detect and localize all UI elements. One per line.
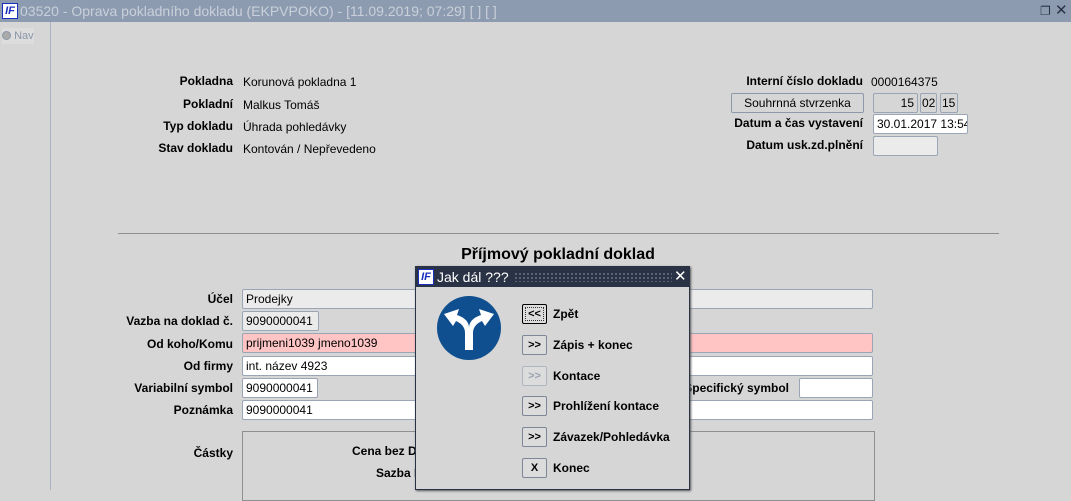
drag-handle[interactable] xyxy=(514,272,672,282)
zpet-label: Zpět xyxy=(553,307,579,321)
dialog-title: Jak dál ??? xyxy=(437,269,509,285)
app-logo-icon: IF xyxy=(418,269,434,285)
konec-button[interactable]: X xyxy=(522,458,547,478)
cena-label: Cena bez D xyxy=(352,444,417,458)
zapis-konec-label: Zápis + konec xyxy=(553,338,633,352)
window-titlebar: IF 03520 - Oprava pokladního dokladu (EK… xyxy=(0,0,1071,22)
code1-field: 15 xyxy=(873,93,918,113)
konec-label: Konec xyxy=(553,461,590,475)
datum-label: Datum a čas vystavení xyxy=(734,116,863,130)
vs-label: Variabilní symbol xyxy=(134,381,233,395)
window-title: 03520 - Oprava pokladního dokladu (EKPVP… xyxy=(20,3,497,19)
typ-value: Úhrada pohledávky xyxy=(243,120,347,134)
app-logo-icon: IF xyxy=(2,3,18,19)
pokladna-label: Pokladna xyxy=(179,74,233,88)
restore-icon[interactable]: ❐ xyxy=(1040,0,1051,22)
vazba-label: Vazba na doklad č. xyxy=(126,314,233,328)
radio-icon xyxy=(2,31,11,40)
code3-field: 15 xyxy=(940,93,958,113)
pokladna-value: Korunová pokladna 1 xyxy=(243,75,357,89)
stav-label: Stav dokladu xyxy=(158,141,233,155)
datum-input[interactable]: 30.01.2017 13:54 xyxy=(873,114,968,134)
prohlizeni-kontace-button[interactable]: >> xyxy=(522,396,547,416)
prohlizeni-kontace-label: Prohlížení kontace xyxy=(553,399,660,413)
interni-label: Interní číslo dokladu xyxy=(746,74,863,88)
left-panel: Nav xyxy=(0,22,51,490)
dialog-titlebar[interactable]: IF Jak dál ??? ✕ xyxy=(416,267,689,287)
pokladni-label: Pokladní xyxy=(182,97,233,111)
zapis-konec-button[interactable]: >> xyxy=(522,335,547,355)
interni-value: 0000164375 xyxy=(871,75,938,89)
souhrnna-stvrzenka-button[interactable]: Souhrnná stvrzenka xyxy=(731,93,864,113)
fork-direction-sign-icon xyxy=(437,296,501,360)
jak-dal-dialog: IF Jak dál ??? ✕ << Zpět >> Zápis + kone… xyxy=(415,266,690,490)
ucel-label: Účel xyxy=(207,292,233,306)
castky-label: Částky xyxy=(193,446,233,460)
odkoho-label: Od koho/Komu xyxy=(147,337,233,351)
stav-value: Kontován / Nepřevedeno xyxy=(243,142,376,156)
kontace-label: Kontace xyxy=(553,369,601,383)
nav-label: Nav xyxy=(14,30,34,42)
form-heading: Příjmový pokladní doklad xyxy=(461,246,655,263)
vazba-input[interactable]: 9090000041 xyxy=(242,311,319,331)
typ-label: Typ dokladu xyxy=(163,119,233,133)
poznamka-label: Poznámka xyxy=(173,403,233,417)
vs-input[interactable]: 9090000041 xyxy=(242,378,318,398)
zpet-button[interactable]: << xyxy=(522,304,547,324)
kontace-button[interactable]: >> xyxy=(522,366,547,386)
usk-label: Datum usk.zd.plnění xyxy=(746,138,863,152)
divider xyxy=(118,233,999,234)
firma-label: Od firmy xyxy=(183,359,233,373)
dialog-close-icon[interactable]: ✕ xyxy=(674,267,687,287)
code2-field: 02 xyxy=(920,93,937,113)
ss-input[interactable] xyxy=(799,378,873,398)
pokladni-value: Malkus Tomáš xyxy=(243,98,320,112)
close-icon[interactable]: ✕ xyxy=(1055,0,1068,22)
nav-button[interactable]: Nav xyxy=(2,28,34,44)
zavazek-pohledavka-button[interactable]: >> xyxy=(522,427,547,447)
usk-input[interactable] xyxy=(873,136,938,156)
zavazek-pohledavka-label: Závazek/Pohledávka xyxy=(553,430,670,444)
